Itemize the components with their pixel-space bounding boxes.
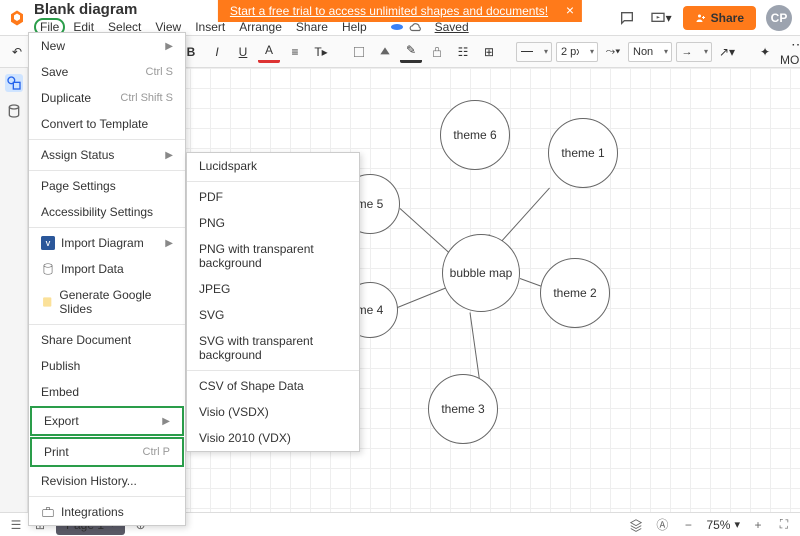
share-person-icon (695, 12, 707, 24)
export-png[interactable]: PNG (187, 210, 359, 236)
share-label: Share (711, 11, 744, 25)
text-options-icon[interactable]: T▸ (310, 41, 332, 63)
menu-insert[interactable]: Insert (189, 18, 231, 36)
underline-icon[interactable]: U (232, 41, 254, 63)
export-svg[interactable]: SVG (187, 302, 359, 328)
menu-print[interactable]: PrintCtrl P (30, 437, 184, 467)
database-icon (41, 262, 55, 276)
share-button[interactable]: Share (683, 6, 756, 30)
svg-text:V: V (46, 241, 51, 248)
menu-help[interactable]: Help (336, 18, 373, 36)
line-color-icon[interactable]: ✎ (400, 41, 422, 63)
file-menu-dropdown: New▶ SaveCtrl S DuplicateCtrl Shift S Co… (28, 32, 186, 526)
menu-duplicate[interactable]: DuplicateCtrl Shift S (29, 85, 185, 111)
saved-label[interactable]: Saved (429, 18, 475, 36)
export-submenu: Lucidspark PDF PNG PNG with transparent … (186, 152, 360, 452)
user-avatar[interactable]: CP (766, 5, 792, 31)
menu-import-diagram[interactable]: VImport Diagram▶ (29, 230, 185, 256)
slides-icon (41, 295, 53, 309)
menu-generate-slides: Generate Google Slides (29, 282, 185, 322)
node-center[interactable]: bubble map (442, 234, 520, 312)
menu-export[interactable]: Export▶ (30, 406, 184, 436)
line-style-dropdown[interactable]: ▾ (516, 42, 552, 62)
cloud-icon (409, 20, 423, 34)
menu-convert-template[interactable]: Convert to Template (29, 111, 185, 137)
zoom-level[interactable]: 75% ▾ (706, 518, 740, 532)
present-icon[interactable]: ▾ (649, 6, 673, 30)
menu-arrange[interactable]: Arrange (233, 18, 288, 36)
more-button[interactable]: ⋯MORE (780, 36, 800, 67)
save-status: Saved (391, 18, 475, 36)
node-theme1[interactable]: theme 1 (548, 118, 618, 188)
text-color-icon[interactable]: A (258, 41, 280, 63)
menu-embed[interactable]: Embed (29, 379, 185, 405)
zoom-out-icon[interactable]: − (680, 517, 696, 533)
menu-import-data[interactable]: Import Data (29, 256, 185, 282)
menu-publish[interactable]: Publish (29, 353, 185, 379)
fill-color-icon[interactable] (348, 41, 370, 63)
italic-icon[interactable]: I (206, 41, 228, 63)
export-csv[interactable]: CSV of Shape Data (187, 373, 359, 399)
comments-icon[interactable] (615, 6, 639, 30)
line-options-icon[interactable]: ↗▾ (716, 41, 738, 63)
export-png-transparent[interactable]: PNG with transparent background (187, 236, 359, 276)
app-logo-icon[interactable] (8, 9, 26, 27)
zoom-in-icon[interactable]: + (750, 517, 766, 533)
data-tab-icon[interactable] (5, 102, 23, 120)
node-theme3[interactable]: theme 3 (428, 374, 498, 444)
menu-save[interactable]: SaveCtrl S (29, 59, 185, 85)
save-status-dot-icon (391, 24, 403, 30)
shape-options-icon[interactable]: ☷ (452, 41, 474, 63)
component-icon[interactable]: ⊞ (478, 41, 500, 63)
document-title[interactable]: Blank diagram (34, 1, 137, 18)
connector[interactable] (395, 286, 451, 309)
arrow-end-dropdown[interactable]: →▾ (676, 42, 712, 62)
connector[interactable] (470, 312, 481, 381)
border-color-icon[interactable] (374, 41, 396, 63)
node-theme6[interactable]: theme 6 (440, 100, 510, 170)
export-lucidspark[interactable]: Lucidspark (187, 153, 359, 179)
stroke-width-field[interactable]: ▾ (556, 42, 598, 62)
magic-icon[interactable]: ✦ (754, 41, 776, 63)
undo-icon[interactable]: ↶ (6, 41, 28, 63)
shapes-tab-icon[interactable] (5, 74, 23, 92)
connector-type-icon[interactable]: ⤳▾ (602, 41, 624, 63)
visio-icon: V (41, 236, 55, 250)
menu-share-document[interactable]: Share Document (29, 327, 185, 353)
briefcase-icon (41, 505, 55, 519)
export-svg-transparent[interactable]: SVG with transparent background (187, 328, 359, 368)
menu-revision-history[interactable]: Revision History... (29, 468, 185, 494)
left-rail (0, 68, 28, 512)
fullscreen-icon[interactable]: ⛶ (776, 517, 792, 533)
menu-share[interactable]: Share (290, 18, 334, 36)
node-theme2[interactable]: theme 2 (540, 258, 610, 328)
menu-new[interactable]: New▶ (29, 33, 185, 59)
accessibility-icon[interactable]: Ⓐ (654, 517, 670, 533)
menu-page-settings[interactable]: Page Settings (29, 173, 185, 199)
menu-integrations[interactable]: Integrations (29, 499, 185, 525)
layers-icon[interactable] (628, 517, 644, 533)
export-vsdx[interactable]: Visio (VSDX) (187, 399, 359, 425)
menu-accessibility-settings[interactable]: Accessibility Settings (29, 199, 185, 225)
export-vdx[interactable]: Visio 2010 (VDX) (187, 425, 359, 451)
export-jpeg[interactable]: JPEG (187, 276, 359, 302)
topbar: Blank diagram File Edit Select View Inse… (0, 0, 800, 36)
arrow-start-dropdown[interactable]: ▾ (628, 42, 672, 62)
shape-lock-icon[interactable] (426, 41, 448, 63)
export-pdf[interactable]: PDF (187, 184, 359, 210)
menu-assign-status[interactable]: Assign Status▶ (29, 142, 185, 168)
list-view-icon[interactable]: ☰ (8, 517, 24, 533)
align-icon[interactable]: ≡ (284, 41, 306, 63)
